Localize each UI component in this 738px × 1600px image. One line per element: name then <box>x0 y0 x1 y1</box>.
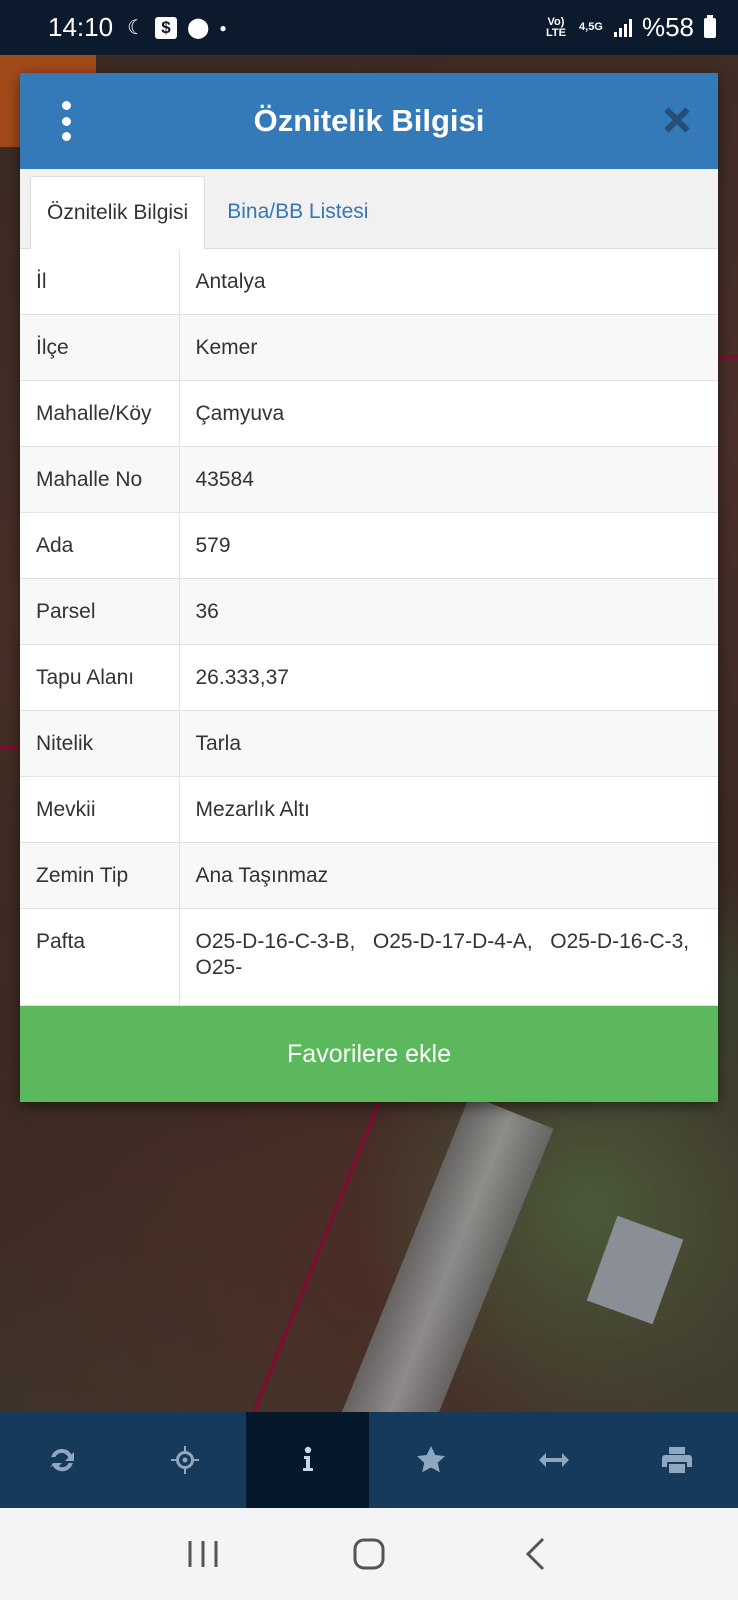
row-key: Mahalle/Köy <box>20 380 180 447</box>
arrows-horizontal-icon <box>538 1453 569 1467</box>
row-key: Nitelik <box>20 710 180 777</box>
more-vertical-icon[interactable] <box>54 101 78 141</box>
table-row: Parsel 36 <box>20 578 718 645</box>
parcel-boundary <box>718 355 738 359</box>
row-value: 36 <box>195 600 219 623</box>
attribute-dialog: Öznitelik Bilgisi Öznitelik Bilgisi Bina… <box>20 73 718 1102</box>
table-row: Mahalle/Köy Çamyuva <box>20 380 718 447</box>
recent-apps-button[interactable] <box>173 1524 233 1584</box>
add-favorite-button[interactable]: Favorilere ekle <box>20 1006 718 1102</box>
tool-locate[interactable] <box>123 1412 246 1508</box>
table-row: Pafta O25-D-16-C-3-B, O25-D-17-D-4-A, O25… <box>20 908 718 1006</box>
back-button[interactable] <box>505 1524 565 1584</box>
signal-icon <box>613 18 632 37</box>
tab-building-list[interactable]: Bina/BB Listesi <box>205 176 384 248</box>
row-value: Çamyuva <box>195 402 285 425</box>
parcel-boundary <box>0 745 22 749</box>
row-key: Zemin Tip <box>20 842 180 909</box>
row-key: Parsel <box>20 578 180 645</box>
dialog-title: Öznitelik Bilgisi <box>253 103 485 138</box>
battery-percent: %58 <box>641 12 694 42</box>
tool-measure[interactable] <box>492 1412 615 1508</box>
refresh-icon <box>49 1448 74 1472</box>
tool-favorites[interactable] <box>369 1412 492 1508</box>
table-row: Mevkii Mezarlık Altı <box>20 776 718 843</box>
home-icon <box>353 1538 385 1570</box>
star-icon <box>416 1446 445 1473</box>
close-icon[interactable] <box>660 103 694 137</box>
row-value: O25-D-16-C-3-B, O25-D-17-D-4-A, O25-D-16… <box>195 930 695 979</box>
bottom-toolbar <box>0 1412 738 1508</box>
table-row: Tapu Alanı 26.333,37 <box>20 644 718 711</box>
table-row: Zemin Tip Ana Taşınmaz <box>20 842 718 909</box>
map-building <box>586 1215 684 1325</box>
row-value: Antalya <box>195 270 266 293</box>
row-value: Kemer <box>195 336 258 359</box>
crosshair-icon <box>170 1446 199 1474</box>
network-speed: 4,5G <box>579 21 603 33</box>
back-icon <box>525 1537 545 1571</box>
status-notification-icons: ☾ $ ⬤ ● <box>127 15 227 40</box>
info-icon <box>302 1446 313 1471</box>
row-key: Mahalle No <box>20 446 180 513</box>
status-time: 14:10 <box>48 12 114 42</box>
print-icon <box>661 1447 692 1473</box>
tab-attributes[interactable]: Öznitelik Bilgisi <box>30 176 206 249</box>
tool-info[interactable] <box>246 1412 369 1508</box>
tool-refresh[interactable] <box>0 1412 123 1508</box>
table-row: İl Antalya <box>20 249 718 315</box>
table-row: İlçe Kemer <box>20 314 718 381</box>
home-button[interactable] <box>339 1524 399 1584</box>
location-icon: ⬤ <box>187 17 210 39</box>
tool-print[interactable] <box>615 1412 738 1508</box>
recent-apps-icon <box>188 1541 218 1567</box>
tab-bar: Öznitelik Bilgisi Bina/BB Listesi <box>20 169 718 249</box>
row-value: Ana Taşınmaz <box>195 864 329 887</box>
moon-icon: ☾ <box>127 17 146 39</box>
dot-icon: ● <box>219 20 227 35</box>
network-type: Vo) LTE <box>545 15 566 39</box>
battery-icon <box>704 14 716 38</box>
table-row: Ada 579 <box>20 512 718 579</box>
row-value: Mezarlık Altı <box>195 798 310 821</box>
table-row: Mahalle No 43584 <box>20 446 718 513</box>
dialog-header: Öznitelik Bilgisi <box>20 73 718 169</box>
attribute-table: İl Antalya İlçe Kemer Mahalle/Köy Çamyuva M… <box>20 249 718 1006</box>
row-key: İl <box>20 249 180 315</box>
table-row: Nitelik Tarla <box>20 710 718 777</box>
row-value: 26.333,37 <box>195 666 289 689</box>
row-key: Mevkii <box>20 776 180 843</box>
system-nav-bar <box>0 1508 738 1600</box>
map-road <box>312 1095 554 1412</box>
dollar-app-icon: $ <box>155 16 178 39</box>
row-key: Pafta <box>20 908 180 1006</box>
row-value: 579 <box>195 534 231 557</box>
row-key: Ada <box>20 512 180 579</box>
status-bar: 14:10 ☾ $ ⬤ ● Vo) LTE 4,5G %58 <box>0 0 738 55</box>
row-key: İlçe <box>20 314 180 381</box>
row-value: 43584 <box>195 468 254 491</box>
row-value: Tarla <box>195 732 242 755</box>
row-key: Tapu Alanı <box>20 644 180 711</box>
